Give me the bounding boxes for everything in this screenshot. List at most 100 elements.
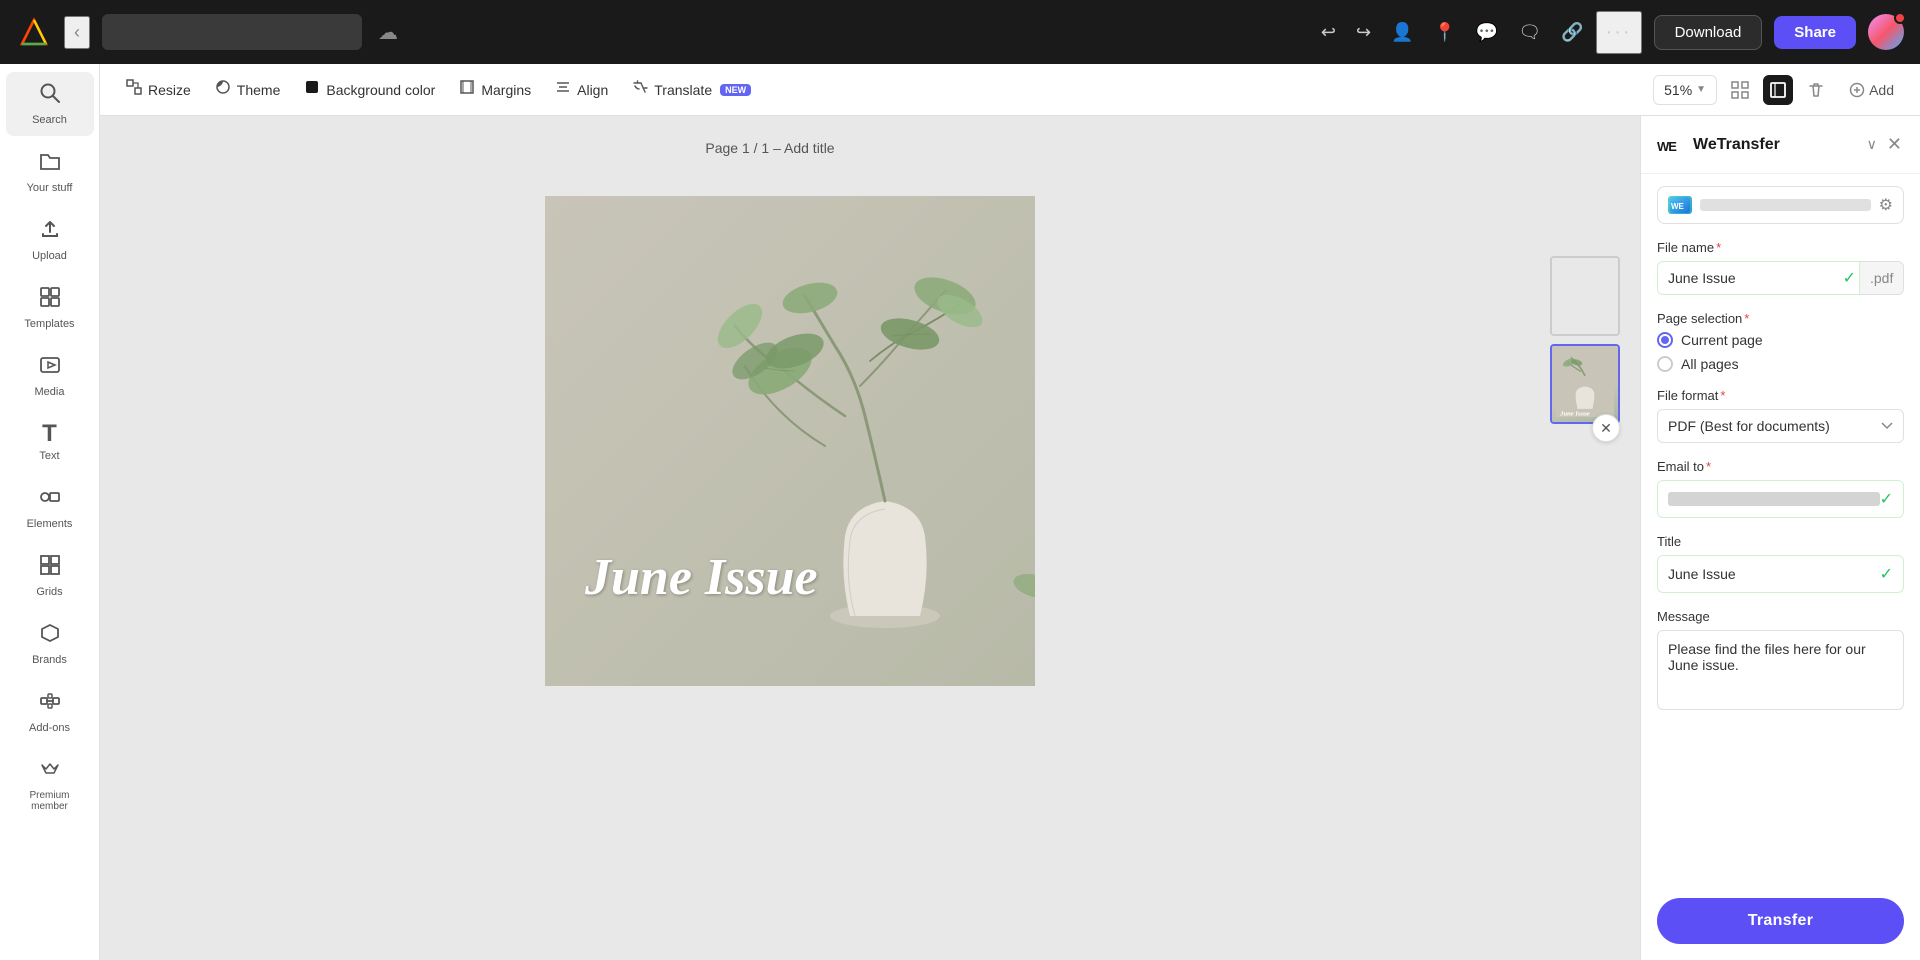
templates-icon — [39, 286, 61, 314]
panel-footer: Transfer — [1641, 886, 1920, 960]
sidebar-item-your-stuff[interactable]: Your stuff — [6, 140, 94, 204]
sidebar-item-grids[interactable]: Grids — [6, 544, 94, 608]
avatar-badge — [1894, 12, 1906, 24]
sidebar-item-media[interactable]: Media — [6, 344, 94, 408]
sidebar-item-addons[interactable]: Add-ons — [6, 680, 94, 744]
sidebar-item-text[interactable]: T Text — [6, 412, 94, 472]
grids-icon — [39, 554, 61, 582]
canvas-title: June Issue — [585, 549, 818, 606]
radio-current-page-label: Current page — [1681, 332, 1763, 348]
cloud-icon: ☁ — [378, 20, 398, 45]
folder-icon — [39, 150, 61, 178]
radio-group: Current page All pages — [1657, 332, 1904, 372]
sidebar-item-elements[interactable]: Elements — [6, 476, 94, 540]
wetransfer-panel: WE WeTransfer ∨ ✕ WE — [1640, 116, 1920, 960]
margins-label: Margins — [481, 82, 531, 98]
share-button[interactable]: Share — [1774, 16, 1856, 49]
sidebar-item-premium[interactable]: Premium member — [6, 748, 94, 822]
grid-view-button[interactable] — [1725, 75, 1755, 105]
back-button[interactable]: ‹ — [64, 16, 90, 49]
topbar-icons: ↩ ↪ 👤 📍 💬 🗨 🔗 ··· — [1313, 11, 1642, 54]
translate-label: Translate — [654, 82, 712, 98]
close-thumbnail-button[interactable]: ✕ — [1592, 414, 1620, 442]
more-options-button[interactable]: ··· — [1596, 11, 1642, 54]
we-logo: WE — [1657, 135, 1685, 155]
magic-button[interactable]: 📍 — [1425, 14, 1463, 51]
present-button[interactable]: 👤 — [1383, 14, 1421, 51]
redo-button[interactable]: ↪ — [1348, 14, 1379, 51]
resize-button[interactable]: Resize — [116, 73, 201, 106]
design-canvas[interactable]: June Issue — [545, 196, 1035, 686]
title-check-icon: ✓ — [1880, 564, 1893, 584]
file-name-input[interactable] — [1657, 261, 1860, 295]
collab-button[interactable]: 🗨 — [1510, 14, 1549, 51]
single-view-button[interactable] — [1763, 75, 1793, 105]
margins-button[interactable]: Margins — [449, 73, 541, 106]
toolbar: Resize Theme Background color Margins — [100, 64, 1920, 116]
panel-title: WeTransfer — [1693, 136, 1859, 154]
resize-icon — [126, 79, 142, 100]
message-label: Message — [1657, 609, 1904, 624]
panel-header: WE WeTransfer ∨ ✕ — [1641, 116, 1920, 174]
download-button[interactable]: Download — [1654, 15, 1763, 50]
topbar: ‹ ☁ ↩ ↪ 👤 📍 💬 🗨 🔗 ··· Download Share — [0, 0, 1920, 64]
page-thumb-design[interactable]: June Issue — [1550, 344, 1620, 424]
file-name-label: File name* — [1657, 240, 1904, 255]
theme-button[interactable]: Theme — [205, 73, 291, 106]
sidebar-label-addons: Add-ons — [29, 722, 70, 734]
radio-all-pages[interactable]: All pages — [1657, 356, 1904, 372]
translate-icon — [632, 79, 648, 100]
sidebar-item-upload[interactable]: Upload — [6, 208, 94, 272]
avatar[interactable] — [1868, 14, 1904, 50]
align-label: Align — [577, 82, 608, 98]
sidebar-item-search[interactable]: Search — [6, 72, 94, 136]
sidebar-item-brands[interactable]: Brands — [6, 612, 94, 676]
page-selection-field: Page selection* Current page All pages — [1657, 311, 1904, 372]
title-input-wrap: ✓ — [1657, 555, 1904, 593]
sidebar-label-text: Text — [39, 450, 59, 462]
translate-button[interactable]: Translate NEW — [622, 73, 761, 106]
sidebar-item-templates[interactable]: Templates — [6, 276, 94, 340]
title-input[interactable] — [1668, 566, 1880, 582]
zoom-control[interactable]: 51% ▼ — [1653, 75, 1717, 105]
radio-current-page-circle[interactable] — [1657, 332, 1673, 348]
add-button[interactable]: Add — [1839, 76, 1904, 104]
background-color-label: Background color — [326, 82, 435, 98]
main-layout: Search Your stuff Upload Templates Media — [0, 64, 1920, 960]
upload-icon — [39, 218, 61, 246]
sidebar-label-search: Search — [32, 114, 67, 126]
sidebar-label-premium: Premium member — [14, 790, 86, 812]
page-thumb-blank[interactable] — [1550, 256, 1620, 336]
premium-icon — [39, 758, 61, 786]
align-button[interactable]: Align — [545, 73, 618, 106]
radio-current-page[interactable]: Current page — [1657, 332, 1904, 348]
sidebar-label-elements: Elements — [27, 518, 73, 530]
panel-close-button[interactable]: ✕ — [1885, 132, 1904, 157]
file-format-label: File format* — [1657, 388, 1904, 403]
delete-button[interactable] — [1801, 75, 1831, 105]
margins-icon — [459, 79, 475, 100]
radio-all-pages-circle[interactable] — [1657, 356, 1673, 372]
brands-icon — [39, 622, 61, 650]
panel-body: WE ⚙ File name* .pdf — [1641, 174, 1920, 886]
app-logo[interactable] — [16, 14, 52, 50]
share-link-button[interactable]: 🔗 — [1553, 14, 1591, 51]
settings-icon[interactable]: ⚙ — [1879, 195, 1893, 215]
message-textarea[interactable]: Please find the files here for our June … — [1657, 630, 1904, 710]
comment-button[interactable]: 💬 — [1468, 14, 1506, 51]
file-format-select[interactable]: PDF (Best for documents) — [1657, 409, 1904, 443]
page-selection-label: Page selection* — [1657, 311, 1904, 326]
resize-label: Resize — [148, 82, 191, 98]
zoom-value: 51% — [1664, 82, 1692, 98]
search-input[interactable] — [102, 14, 362, 50]
file-name-check-icon: ✓ — [1843, 268, 1856, 288]
transfer-button[interactable]: Transfer — [1657, 898, 1904, 944]
file-name-input-row: .pdf ✓ — [1657, 261, 1904, 295]
email-input-wrap: ✓ — [1657, 480, 1904, 518]
background-color-button[interactable]: Background color — [294, 73, 445, 106]
message-field: Message Please find the files here for o… — [1657, 609, 1904, 710]
file-ext: .pdf — [1860, 261, 1904, 295]
undo-button[interactable]: ↩ — [1313, 14, 1344, 51]
canvas-area: Page 1 / 1 – Add title — [100, 116, 1640, 960]
panel-chevron-icon[interactable]: ∨ — [1867, 136, 1877, 153]
